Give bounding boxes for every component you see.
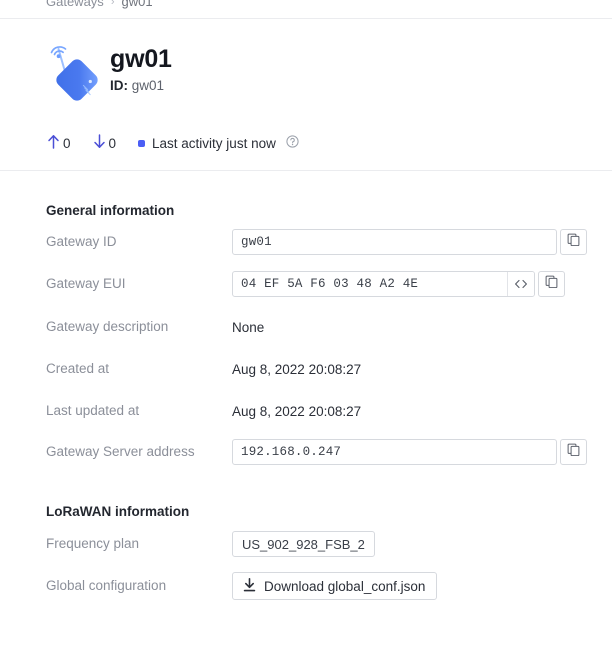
downlink-value: 0 <box>108 135 117 151</box>
section-title-lorawan: LoRaWAN information <box>46 504 190 519</box>
help-circle-icon[interactable] <box>286 135 299 151</box>
copy-icon <box>545 275 558 293</box>
row-last-updated-at: Last updated at Aug 8, 2022 20:08:27 <box>46 403 586 419</box>
header-divider-bottom <box>0 170 612 171</box>
label-gateway-eui: Gateway EUI <box>46 276 126 291</box>
value-last-updated-at: Aug 8, 2022 20:08:27 <box>232 403 362 419</box>
gateway-id-input-value: gw01 <box>241 234 272 249</box>
gateway-eui-input-value: 04 EF 5A F6 03 48 A2 4E <box>241 276 419 291</box>
gateway-id-line: ID: gw01 <box>110 78 172 93</box>
breadcrumb-separator-icon: › <box>110 0 115 8</box>
gateway-server-address-value: 192.168.0.247 <box>241 444 342 459</box>
value-created-at: Aug 8, 2022 20:08:27 <box>232 361 362 377</box>
breadcrumb: Gateways › gw01 <box>46 0 153 9</box>
copy-icon <box>567 443 580 461</box>
gateway-stats-row: 0 0 Last activity just now <box>47 134 299 152</box>
row-gateway-eui: Gateway EUI 04 EF 5A F6 03 48 A2 4E <box>46 271 586 297</box>
label-gateway-description: Gateway description <box>46 319 169 334</box>
arrow-up-icon <box>47 134 60 152</box>
page-title: gw01 <box>110 45 172 73</box>
gateway-header: gw01 ID: gw01 <box>46 40 172 102</box>
breadcrumb-gateways-link[interactable]: Gateways <box>46 0 104 9</box>
download-icon <box>243 577 256 595</box>
status-dot-icon <box>138 139 146 147</box>
uplink-value: 0 <box>63 135 71 151</box>
field-gateway-id: gw01 <box>232 229 587 255</box>
downlink-count: 0 <box>93 134 117 152</box>
label-gateway-server-address: Gateway Server address <box>46 444 195 459</box>
gateway-overview-page: Gateways › gw01 gw01 ID: gw01 0 0 Last a… <box>0 0 612 661</box>
breadcrumb-current: gw01 <box>121 0 153 9</box>
gateway-server-address-input[interactable]: 192.168.0.247 <box>232 439 557 465</box>
field-gateway-eui: 04 EF 5A F6 03 48 A2 4E <box>232 271 565 297</box>
label-gateway-id: Gateway ID <box>46 234 117 249</box>
label-global-configuration: Global configuration <box>46 578 167 593</box>
arrow-down-icon <box>93 134 106 152</box>
uplink-count: 0 <box>47 134 71 152</box>
copy-gateway-server-address-button[interactable] <box>560 439 587 465</box>
copy-gateway-eui-button[interactable] <box>538 271 565 297</box>
row-created-at: Created at Aug 8, 2022 20:08:27 <box>46 361 586 377</box>
header-divider-top <box>0 18 612 19</box>
frequency-plan-tag: US_902_928_FSB_2 <box>232 531 375 557</box>
gateway-title-block: gw01 ID: gw01 <box>110 40 172 94</box>
label-last-updated-at: Last updated at <box>46 403 140 418</box>
status-badge: Last activity just now <box>152 135 276 151</box>
download-global-conf-label: Download global_conf.json <box>264 578 426 594</box>
last-activity-status: Last activity just now <box>138 135 299 151</box>
gateway-id-input[interactable]: gw01 <box>232 229 557 255</box>
label-frequency-plan: Frequency plan <box>46 536 140 551</box>
row-gateway-server-address: Gateway Server address 192.168.0.247 <box>46 439 587 465</box>
row-frequency-plan: Frequency plan US_902_928_FSB_2 <box>46 531 586 557</box>
section-title-general: General information <box>46 203 175 218</box>
label-created-at: Created at <box>46 361 110 376</box>
row-global-configuration: Global configuration Download global_con… <box>46 572 586 600</box>
row-gateway-id: Gateway ID gw01 <box>46 229 587 255</box>
gateway-icon <box>46 42 102 102</box>
code-brackets-icon[interactable] <box>507 272 534 296</box>
gateway-id-prefix: ID: <box>110 78 128 94</box>
field-gateway-server-address: 192.168.0.247 <box>232 439 587 465</box>
download-global-conf-button[interactable]: Download global_conf.json <box>232 572 438 600</box>
gateway-id-value: gw01 <box>131 78 165 94</box>
value-gateway-description: None <box>232 319 265 335</box>
copy-gateway-id-button[interactable] <box>560 229 587 255</box>
copy-icon <box>567 233 580 251</box>
row-gateway-description: Gateway description None <box>46 319 586 335</box>
gateway-eui-input[interactable]: 04 EF 5A F6 03 48 A2 4E <box>232 271 535 297</box>
